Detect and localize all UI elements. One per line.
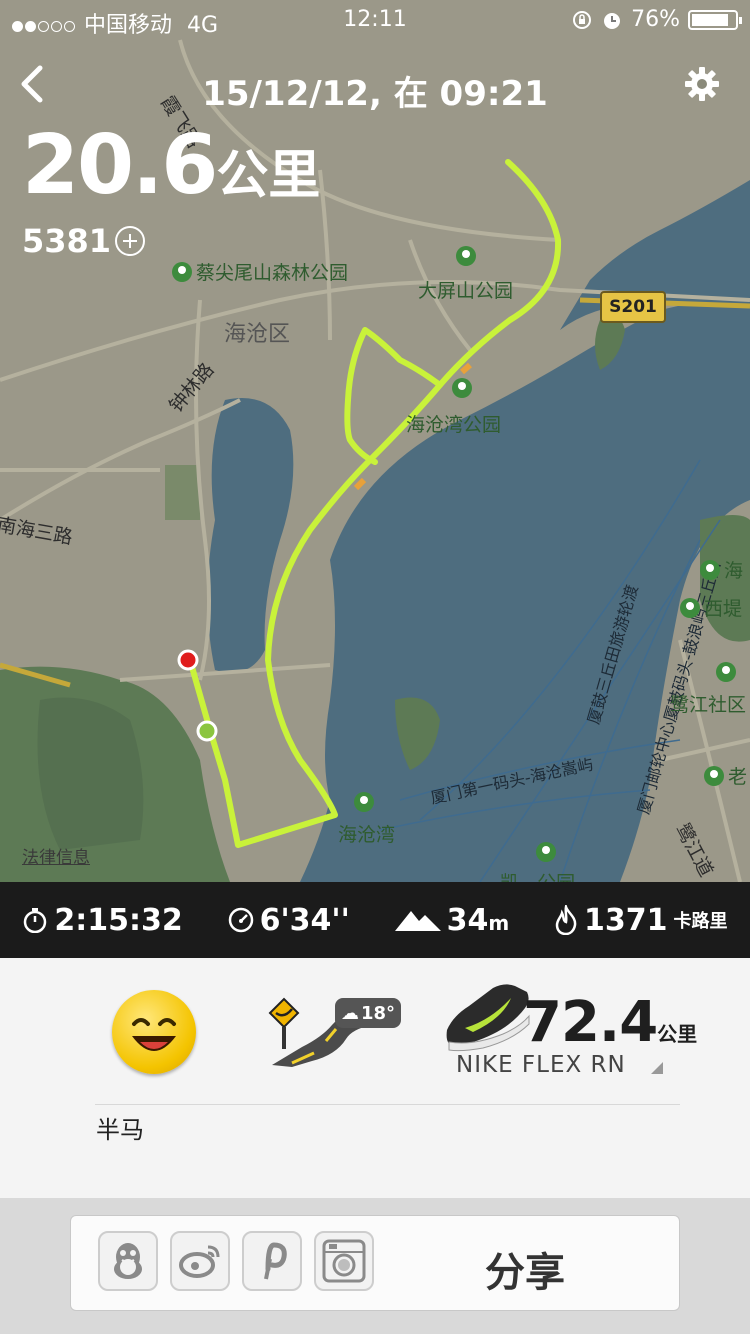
pinterest-icon xyxy=(264,1242,287,1280)
stats-bar: 2:15:32 6'34'' 34m 1371 卡路里 xyxy=(0,882,750,958)
map-label-caijianwei-park: 蔡尖尾山森林公园 xyxy=(172,258,348,285)
stat-duration: 2:15:32 xyxy=(22,902,183,938)
park-icon xyxy=(452,378,472,398)
highway-shield-s201: S201 xyxy=(600,291,666,323)
nikefuel-value: 5381 xyxy=(22,222,112,260)
run-distance: 20.6公里 xyxy=(22,118,320,213)
stat-pace: 6'34'' xyxy=(228,903,350,938)
status-right: 76% xyxy=(571,7,742,32)
camera-icon xyxy=(322,1239,366,1283)
flame-icon xyxy=(555,905,577,935)
cloud-icon: ☁ xyxy=(340,1002,359,1024)
map-label-bottom-partial: 凯...公园 xyxy=(500,842,575,882)
stopwatch-icon xyxy=(24,908,47,933)
duration-value: 2:15:32 xyxy=(54,902,183,938)
run-date-title: 15/12/12, 在 09:21 xyxy=(202,74,548,114)
map-label-xidi: 西堤 xyxy=(680,594,742,621)
smiley-face-icon xyxy=(132,1018,176,1051)
elevation-unit: m xyxy=(488,910,510,935)
temperature: 18° xyxy=(360,1002,396,1024)
calories-unit: 卡路里 xyxy=(673,911,728,932)
elevation-value: 34 xyxy=(446,902,489,938)
legal-info-link[interactable]: 法律信息 xyxy=(22,843,90,868)
battery-icon xyxy=(688,9,742,30)
stat-elevation: 34m xyxy=(394,902,510,938)
shoe-icon[interactable] xyxy=(443,980,533,1054)
map-label-lao-partial: 老 xyxy=(704,762,747,789)
weibo-icon xyxy=(179,1245,220,1278)
park-icon xyxy=(716,662,736,682)
distance-value: 20.6 xyxy=(22,118,218,213)
share-button[interactable]: 分享 xyxy=(440,1240,610,1298)
shoe-distance-value: 72.4 xyxy=(523,990,658,1055)
qq-penguin-icon xyxy=(114,1243,142,1279)
map-label-lujiang-community: 鹭江社区 xyxy=(670,662,746,717)
status-bar: 中国移动 4G 12:11 76% xyxy=(0,0,750,40)
weather-badge: ☁ 18° xyxy=(335,998,401,1028)
map-label-haicangwan-park: 海沧湾公园 xyxy=(406,378,501,437)
instagram-share-button[interactable] xyxy=(314,1231,374,1291)
alarm-icon xyxy=(604,12,621,29)
plus-circle-icon xyxy=(115,226,146,256)
distance-unit: 公里 xyxy=(216,146,321,206)
calories-value: 1371 xyxy=(584,902,668,938)
rotation-lock-icon xyxy=(573,10,592,29)
park-icon xyxy=(354,792,374,812)
pace-value: 6'34'' xyxy=(259,902,350,938)
qq-share-button[interactable] xyxy=(98,1231,158,1291)
map-label-hai-partial: 海 xyxy=(700,556,743,583)
park-icon xyxy=(680,598,700,618)
map-label-haicang-district: 海沧区 xyxy=(224,322,291,347)
weibo-share-button[interactable] xyxy=(170,1231,230,1291)
smiley-emoji-icon[interactable] xyxy=(112,990,196,1074)
stat-calories: 1371 卡路里 xyxy=(554,903,728,938)
speedometer-icon xyxy=(228,907,253,933)
gear-icon[interactable] xyxy=(682,64,722,104)
battery-percent: 76% xyxy=(631,7,680,32)
run-note[interactable]: 半马 xyxy=(96,1110,144,1145)
nikefuel[interactable]: 5381 xyxy=(22,222,146,260)
park-icon xyxy=(456,246,476,266)
divider xyxy=(95,1104,680,1105)
map-label-dapingshan-park: 大屏山公园 xyxy=(418,246,513,303)
shoe-distance: 72.4公里 xyxy=(523,990,697,1055)
pinterest-share-button[interactable] xyxy=(242,1231,302,1291)
shoe-name[interactable]: NIKE FLEX RN xyxy=(456,1052,626,1078)
park-icon xyxy=(536,842,556,862)
shoe-distance-unit: 公里 xyxy=(657,1022,698,1046)
mountain-icon xyxy=(394,911,441,931)
park-icon xyxy=(704,766,724,786)
park-icon xyxy=(172,262,192,282)
map-label-haicang-bay: 海沧湾 xyxy=(338,792,395,847)
dropdown-corner-icon[interactable] xyxy=(651,1062,663,1074)
park-icon xyxy=(700,560,720,580)
